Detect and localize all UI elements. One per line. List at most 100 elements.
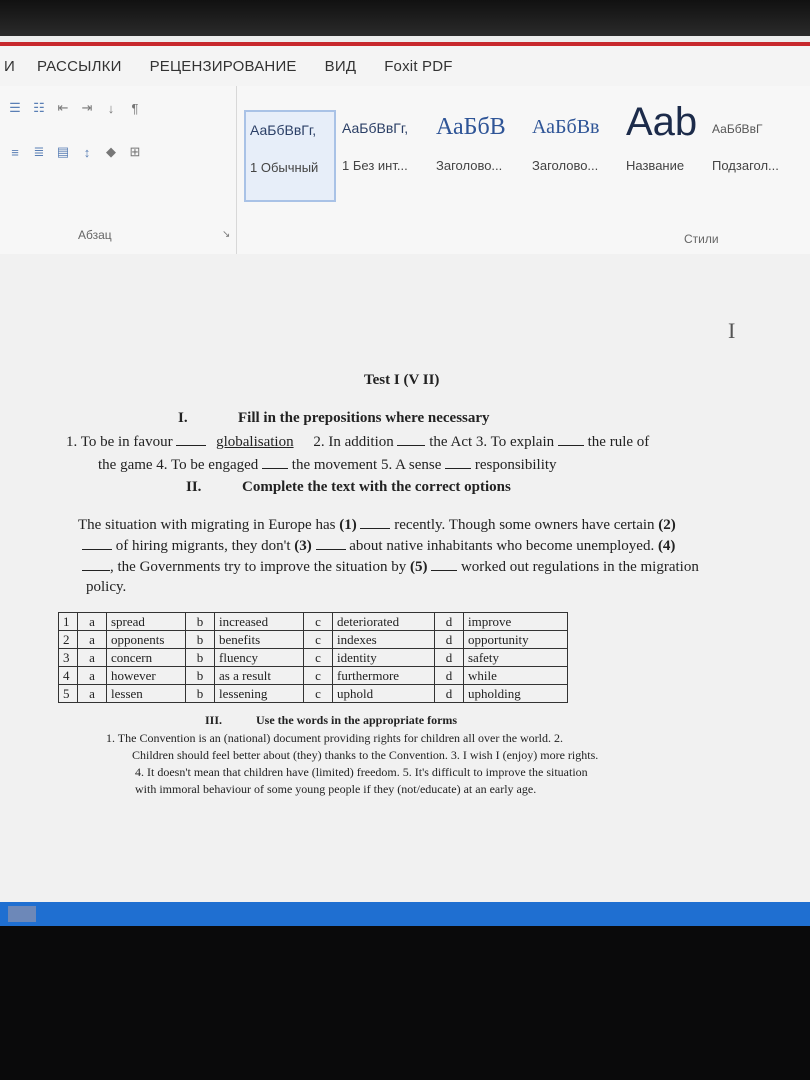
- option-word-cell: improve: [463, 612, 568, 631]
- table-row: 5 a lessen b lessening c uphold d upholding: [58, 684, 568, 703]
- paragraph-text: The situation with migrating in Europe h…: [78, 517, 336, 533]
- table-row: 2 a opponents b benefits c indexes d opportunity: [58, 630, 568, 649]
- option-letter-cell: d: [434, 666, 464, 685]
- option-word-cell: as a result: [214, 666, 304, 685]
- align-center-icon[interactable]: ≣: [30, 144, 48, 160]
- blank[interactable]: [431, 570, 458, 571]
- shading-icon[interactable]: ◆: [102, 144, 120, 160]
- section-3-number: III.: [205, 713, 223, 727]
- option-letter-cell: b: [185, 684, 215, 703]
- table-row: 3 a concern b fluency c identity d safety: [58, 648, 568, 667]
- style-subtitle[interactable]: АаБбВвГ Подзагол...: [710, 110, 810, 198]
- blank[interactable]: [82, 570, 110, 571]
- style-heading-2[interactable]: АаБбВв Заголово...: [530, 110, 620, 198]
- style-name: Заголово...: [532, 158, 599, 173]
- section-3-heading: Use the words in the appropriate forms: [256, 713, 458, 727]
- blank[interactable]: [176, 445, 207, 446]
- tab-partial[interactable]: И: [4, 58, 15, 75]
- section-3-line-4: with immoral behaviour of some young peo…: [135, 782, 537, 796]
- gap-number: (2): [658, 517, 676, 533]
- option-word-cell: concern: [106, 648, 186, 667]
- option-letter-cell: b: [185, 666, 215, 685]
- option-letter-cell: a: [77, 630, 107, 649]
- option-word-cell: however: [106, 666, 186, 685]
- option-letter-cell: c: [303, 630, 333, 649]
- style-name: Заголово...: [436, 158, 503, 173]
- paragraph-group-label: Абзац: [78, 228, 112, 242]
- section-1-number: I.: [178, 410, 188, 426]
- monitor-bezel-top: [0, 0, 810, 36]
- option-word-cell: increased: [214, 612, 304, 631]
- table-row: 4 a however b as a result c furthermore d while: [58, 666, 568, 685]
- option-letter-cell: d: [434, 684, 464, 703]
- sort-icon[interactable]: ↓: [102, 100, 120, 116]
- row-number-cell: 1: [58, 612, 78, 631]
- tab-mailings[interactable]: РАССЫЛКИ: [37, 58, 122, 75]
- style-name: 1 Обычный: [250, 160, 319, 175]
- increase-indent-icon[interactable]: ⇥: [78, 100, 96, 116]
- tab-view[interactable]: ВИД: [325, 58, 357, 75]
- row-number-cell: 4: [58, 666, 78, 685]
- style-normal[interactable]: АаБбВвГг, 1 Обычный: [244, 110, 336, 202]
- option-word-cell: opponents: [106, 630, 186, 649]
- blank[interactable]: [445, 468, 472, 469]
- tab-foxit-pdf[interactable]: Foxit PDF: [384, 58, 452, 75]
- section-2-line-3: , the Governments try to improve the sit…: [82, 559, 699, 576]
- option-word-cell: while: [463, 666, 568, 685]
- align-left-icon[interactable]: ≡: [6, 144, 24, 160]
- taskbar: [0, 902, 810, 926]
- dialog-launcher-icon[interactable]: ↘: [222, 229, 230, 240]
- blank[interactable]: [315, 549, 346, 550]
- borders-icon[interactable]: ⊞: [126, 144, 144, 160]
- option-letter-cell: c: [303, 684, 333, 703]
- paragraph-text: , the Governments try to improve the sit…: [110, 559, 407, 575]
- option-letter-cell: b: [185, 612, 215, 631]
- section-1-heading: Fill in the prepositions where necessary: [238, 410, 490, 426]
- taskbar-app-icon[interactable]: [8, 906, 36, 922]
- option-word-cell: furthermore: [332, 666, 435, 685]
- styles-gallery: АаБбВвГг, 1 Обычный АаБбВвГг, 1 Без инт.…: [240, 92, 810, 212]
- row-number-cell: 2: [58, 630, 78, 649]
- option-word-cell: deteriorated: [332, 612, 435, 631]
- numbering-icon[interactable]: ☷: [30, 100, 48, 116]
- option-letter-cell: c: [303, 666, 333, 685]
- style-name: Подзагол...: [712, 158, 779, 173]
- ribbon-tabs: И РАССЫЛКИ РЕЦЕНЗИРОВАНИЕ ВИД Foxit PDF: [0, 42, 810, 86]
- item-text: 2. In addition: [313, 434, 394, 450]
- style-sample: Aab: [626, 100, 698, 144]
- blank[interactable]: [397, 445, 426, 446]
- decrease-indent-icon[interactable]: ⇤: [54, 100, 72, 116]
- gap-number: (5): [409, 559, 428, 575]
- style-sample: АаБбВв: [532, 116, 600, 138]
- tab-review[interactable]: РЕЦЕНЗИРОВАНИЕ: [150, 58, 297, 75]
- justify-icon[interactable]: ▤: [54, 144, 72, 160]
- option-word-cell: uphold: [332, 684, 435, 703]
- style-no-spacing[interactable]: АаБбВвГг, 1 Без инт...: [338, 110, 428, 198]
- style-title[interactable]: Aab Название: [624, 100, 708, 198]
- section-3-line-3: 4. It doesn't mean that children have (l…: [135, 765, 588, 779]
- gap-number: (1): [339, 517, 357, 533]
- paragraph-text: about native inhabitants who become unem…: [349, 538, 655, 554]
- bullets-icon[interactable]: ☰: [6, 100, 24, 116]
- section-2-line-2: of hiring migrants, they don't (3) about…: [82, 538, 675, 555]
- blank[interactable]: [262, 468, 289, 469]
- paragraph-text: of hiring migrants, they don't: [115, 538, 291, 554]
- blank[interactable]: [557, 445, 584, 446]
- option-letter-cell: d: [434, 612, 464, 631]
- text-cursor-icon: I: [728, 318, 736, 343]
- pilcrow-icon[interactable]: ¶: [126, 100, 144, 116]
- style-sample: АаБбВвГг,: [250, 122, 317, 138]
- blank[interactable]: [82, 549, 112, 550]
- option-word-cell: fluency: [214, 648, 304, 667]
- section-2-heading: Complete the text with the correct optio…: [242, 479, 511, 495]
- item-text: globalisation: [216, 434, 294, 450]
- option-word-cell: indexes: [332, 630, 435, 649]
- line-spacing-icon[interactable]: ↕: [78, 144, 96, 160]
- style-heading-1[interactable]: АаБбВ Заголово...: [432, 110, 528, 198]
- option-word-cell: upholding: [463, 684, 568, 703]
- style-sample: АаБбВ: [436, 114, 506, 140]
- option-letter-cell: c: [303, 648, 333, 667]
- blank[interactable]: [360, 528, 391, 529]
- item-text: responsibility: [474, 457, 557, 473]
- document-page[interactable]: I Test I (V II) I. Fill in the prepositi…: [0, 254, 810, 926]
